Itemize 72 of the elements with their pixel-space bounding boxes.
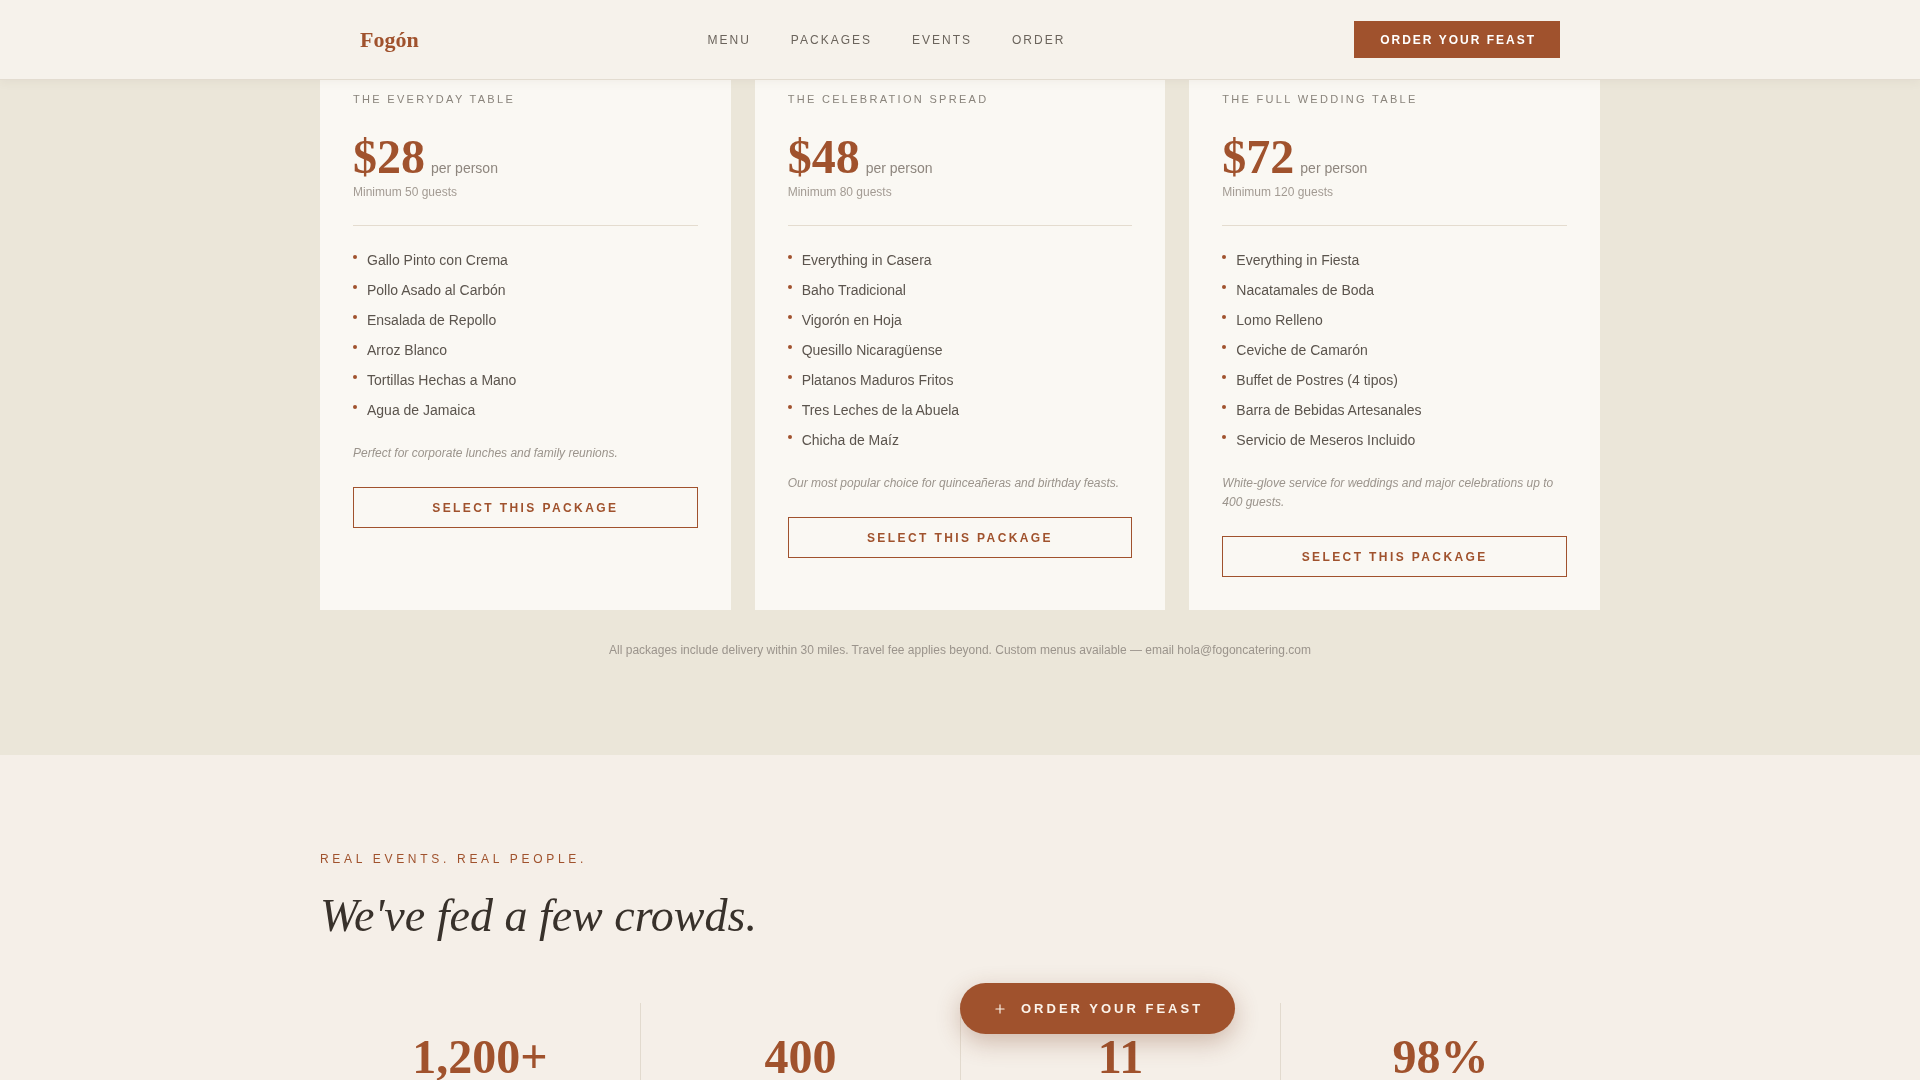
- package-subtitle: THE CELEBRATION SPREAD: [787, 92, 989, 107]
- package-item: Tres Leches de la Abuela: [801, 401, 960, 420]
- select-button[interactable]: SELECT THIS PACKAGE: [787, 517, 1133, 558]
- bullet-icon: [353, 315, 357, 319]
- bullet-icon: [1222, 435, 1227, 439]
- package-item: Barra de Bebidas Artesanales: [1236, 401, 1422, 420]
- footnote: All packages include delivery within 30 miles. Travel fee applies beyond. Custom menus available — email hola@fogoncatering.com: [609, 642, 1311, 659]
- bullet-icon: [353, 255, 357, 259]
- package-subtitle: THE EVERYDAY TABLE: [353, 92, 516, 107]
- nav-link[interactable]: EVENTS: [912, 31, 972, 48]
- bullet-icon: [787, 435, 792, 439]
- package-item: Ceviche de Camarón: [1236, 341, 1368, 360]
- select-button[interactable]: SELECT THIS PACKAGE: [353, 487, 698, 528]
- package-item: Platanos Maduros Fritos: [801, 371, 954, 390]
- package-item: Everything in Casera: [801, 251, 932, 270]
- package-item: Quesillo Nicaragüense: [801, 341, 943, 360]
- package-item: Pollo Asado al Carbón: [367, 281, 506, 300]
- bullet-icon: [353, 405, 357, 409]
- bullet-icon: [787, 255, 792, 259]
- package-subtitle: THE FULL WEDDING TABLE: [1222, 92, 1418, 107]
- minimum-guests: Minimum 50 guests: [353, 184, 458, 201]
- package-item: Chicha de Maíz: [801, 431, 899, 450]
- select-button[interactable]: SELECT THIS PACKAGE: [1222, 536, 1567, 577]
- bullet-icon: [787, 285, 792, 289]
- logo[interactable]: Fogón: [360, 25, 419, 54]
- bullet-icon: [787, 345, 792, 349]
- bullet-icon: [1222, 255, 1227, 259]
- section-heading: We've fed a few crowds.: [320, 889, 757, 943]
- nav-link[interactable]: ORDER: [1012, 31, 1066, 48]
- package-item: Arroz Blanco: [367, 341, 448, 360]
- package-item: Tortillas Hechas a Mano: [367, 371, 517, 390]
- nav-link[interactable]: PACKAGES: [790, 31, 872, 48]
- bullet-icon: [787, 315, 792, 319]
- bullet-icon: [1222, 405, 1227, 409]
- minimum-guests: Minimum 80 guests: [787, 184, 892, 201]
- order-button[interactable]: ORDER YOUR FEAST: [1354, 21, 1560, 58]
- bullet-icon: [353, 285, 357, 289]
- package-item: Agua de Jamaica: [367, 401, 476, 420]
- package-item: Baho Tradicional: [801, 281, 906, 300]
- package-item: Buffet de Postres (4 tipos): [1236, 371, 1398, 390]
- package-price: $48: [787, 133, 860, 181]
- package-note: Our most popular choice for quinceañeras and birthday feasts.: [787, 475, 1121, 492]
- package-price: $72: [1222, 133, 1295, 181]
- stat-value: 98%: [1392, 1037, 1489, 1077]
- bullet-icon: [1222, 315, 1227, 319]
- package-item: Lomo Relleno: [1236, 311, 1323, 330]
- package-item: Ensalada de Repollo: [367, 311, 497, 330]
- order-button[interactable]: ORDER YOUR FEAST: [960, 983, 1236, 1034]
- bullet-icon: [1222, 285, 1227, 289]
- package-item: Servicio de Meseros Incluido: [1236, 431, 1416, 450]
- bullet-icon: [1222, 375, 1227, 379]
- plus-icon: [993, 1001, 1007, 1016]
- package-price: $28: [353, 133, 425, 181]
- nav-link[interactable]: MENU: [707, 31, 751, 48]
- bullet-icon: [787, 405, 792, 409]
- stat-value: 11: [1097, 1037, 1144, 1077]
- package-item: Gallo Pinto con Crema: [367, 251, 508, 270]
- price-unit: per person: [865, 160, 933, 176]
- package-item: Everything in Fiesta: [1236, 251, 1360, 270]
- section-eyebrow: REAL EVENTS. REAL PEOPLE.: [320, 851, 587, 868]
- package-item: Vigorón en Hoja: [801, 311, 902, 330]
- package-note: Perfect for corporate lunches and family reunions.: [353, 445, 619, 462]
- price-unit: per person: [431, 160, 498, 176]
- package-item: Nacatamales de Boda: [1236, 281, 1375, 300]
- package-note: White-glove service for weddings and major celebrations up to 400 guests.: [1222, 475, 1555, 511]
- bullet-icon: [787, 375, 792, 379]
- bullet-icon: [353, 345, 357, 349]
- bullet-icon: [1222, 345, 1227, 349]
- minimum-guests: Minimum 120 guests: [1222, 184, 1334, 201]
- bullet-icon: [353, 375, 357, 379]
- stat-value: 400: [764, 1037, 837, 1077]
- price-unit: per person: [1300, 160, 1368, 176]
